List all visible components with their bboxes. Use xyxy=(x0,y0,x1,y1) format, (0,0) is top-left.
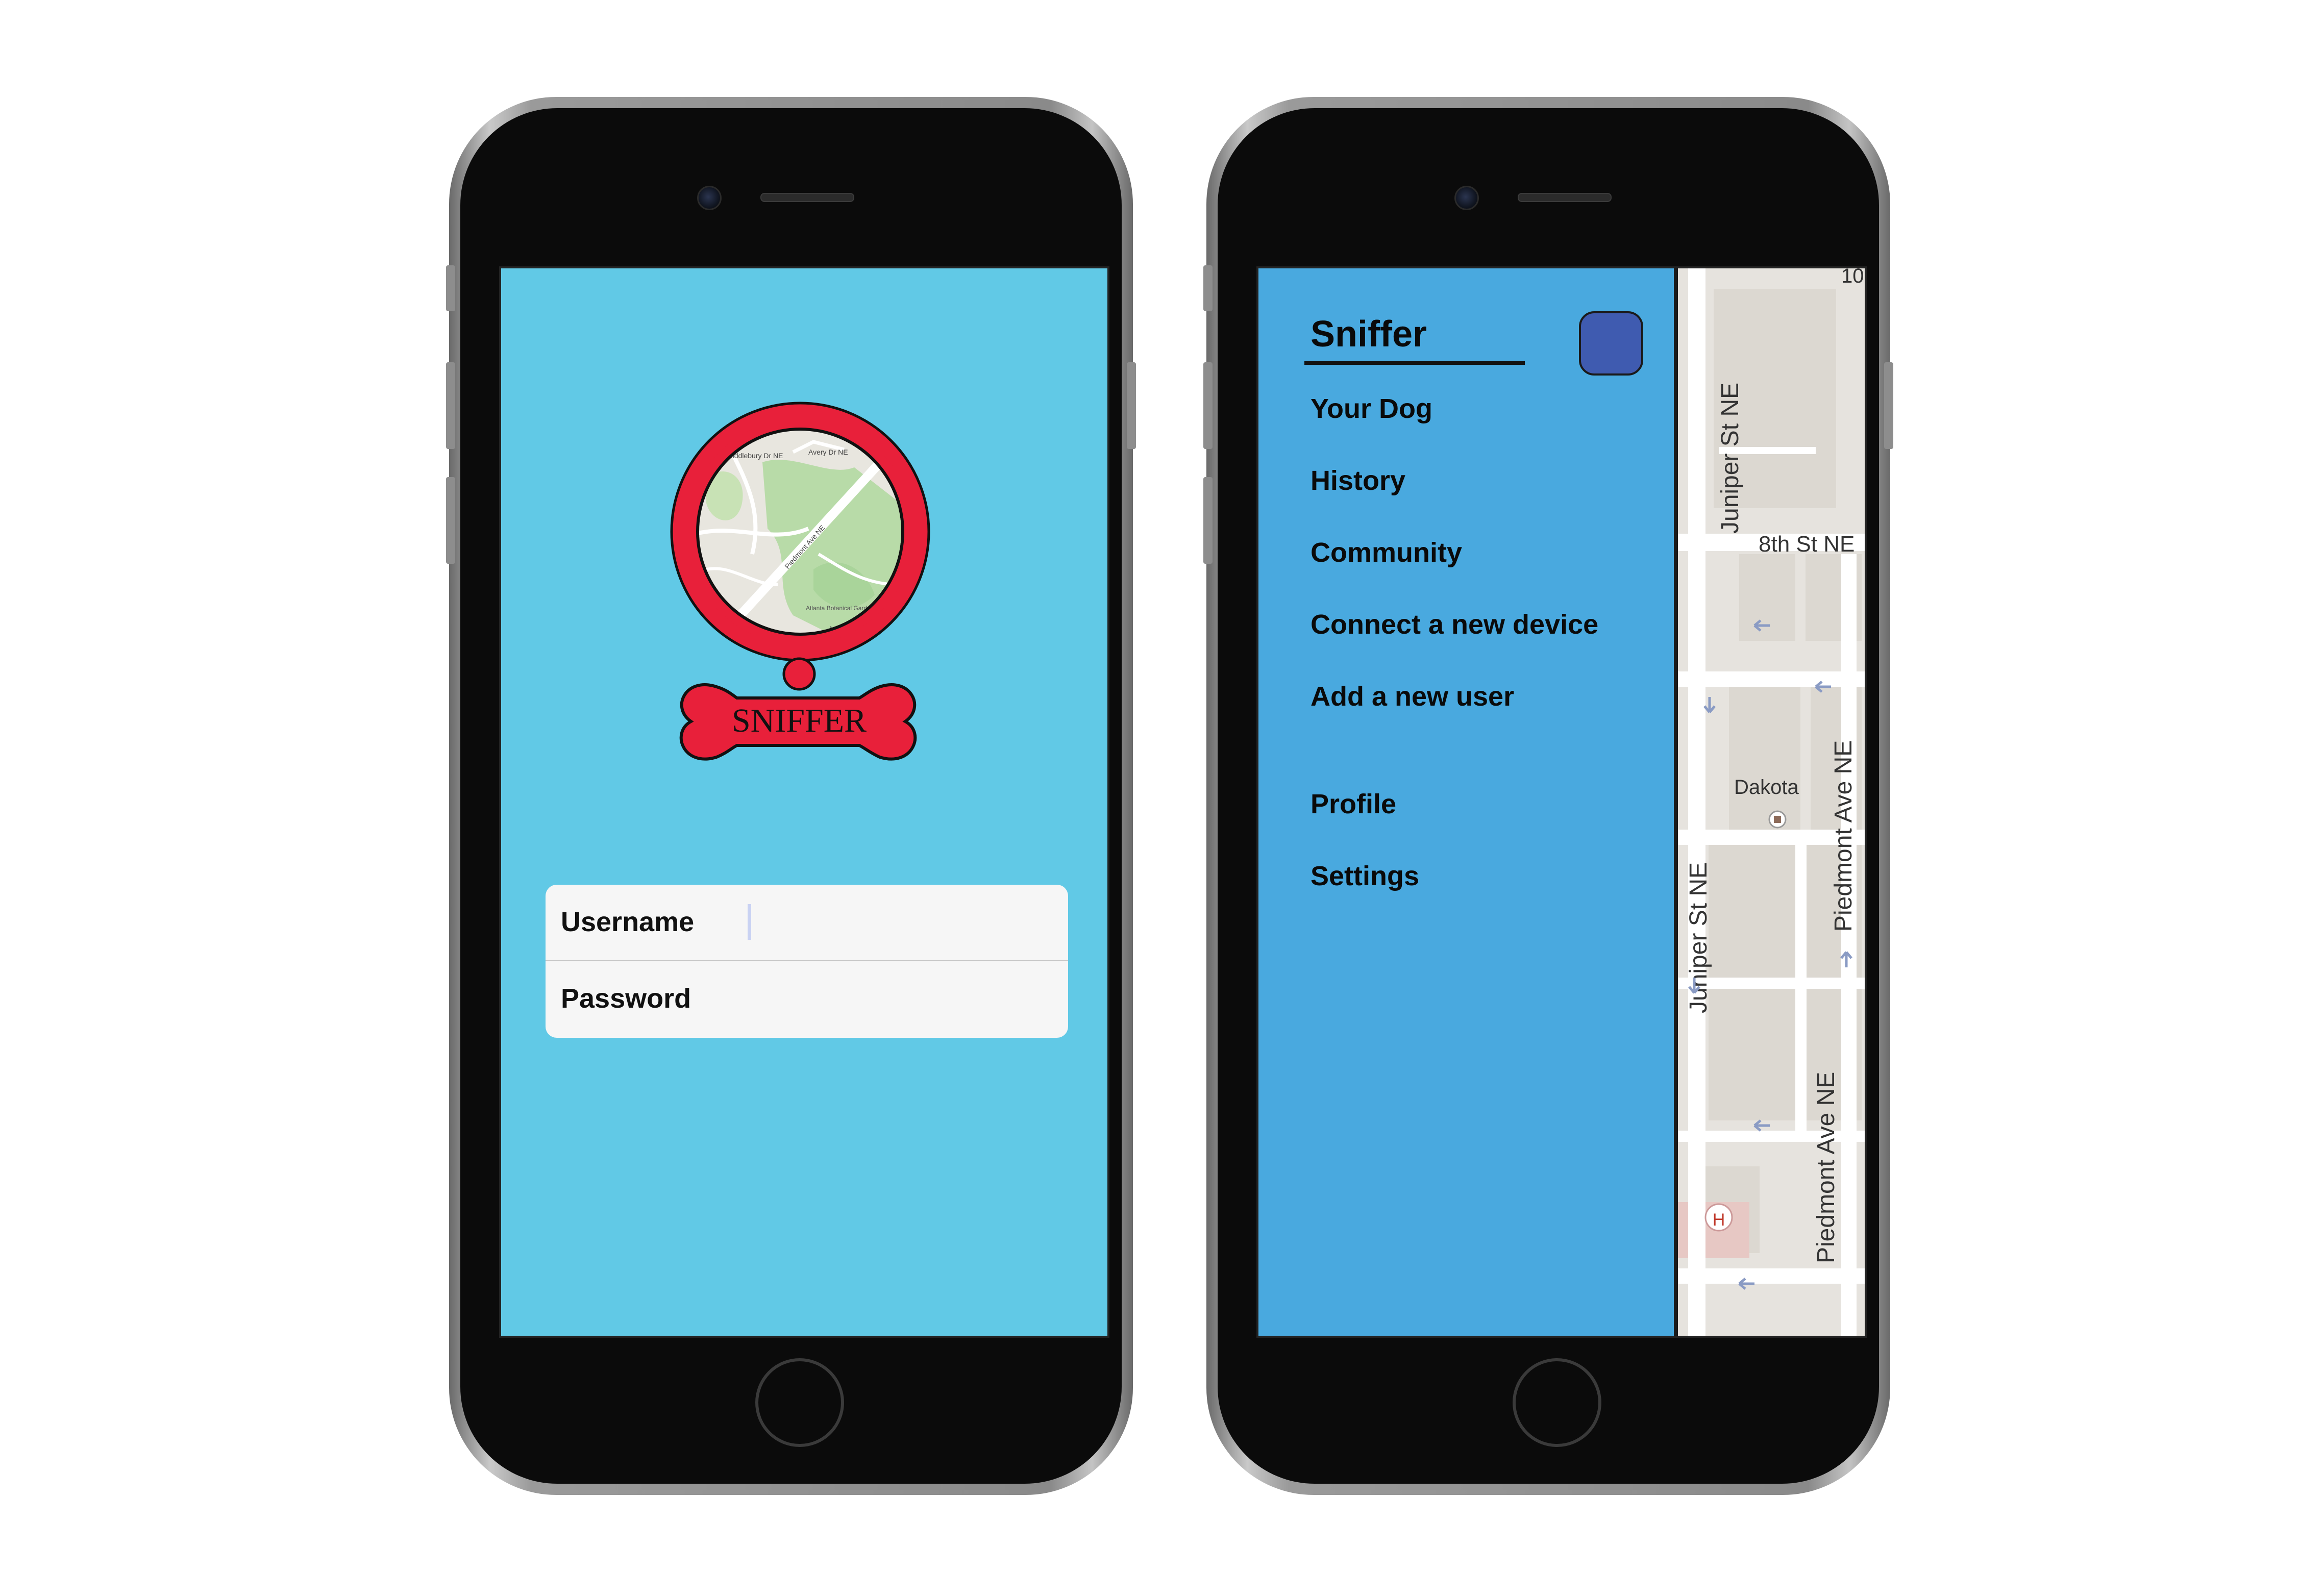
map-street-label: Juniper St NE xyxy=(1685,862,1712,1013)
map-panel[interactable]: Juniper St NE 8th St NE Dakota Juniper S… xyxy=(1678,268,1865,1336)
menu-item-history[interactable]: History xyxy=(1311,465,1405,496)
phone-menu: Sniffer Your Dog History Community Conne… xyxy=(1203,97,1893,1495)
menu-item-connect-device[interactable]: Connect a new device xyxy=(1311,609,1598,640)
title-underline xyxy=(1304,361,1525,365)
earpiece-speaker xyxy=(1518,193,1612,202)
mute-switch xyxy=(446,265,455,311)
volume-up-button xyxy=(1203,362,1213,449)
avatar[interactable] xyxy=(1579,311,1643,376)
map-place-label: Dakota xyxy=(1734,776,1799,798)
home-button[interactable] xyxy=(755,1358,844,1447)
username-label: Username xyxy=(561,907,695,937)
volume-down-button xyxy=(446,477,455,564)
sniffer-logo: Middlebury Dr NE Avery Dr NE Piedmont Av… xyxy=(670,402,930,761)
map-street-label: Juniper St NE xyxy=(1717,383,1744,534)
menu-item-settings[interactable]: Settings xyxy=(1311,860,1419,892)
phone-body: Sniffer Your Dog History Community Conne… xyxy=(1218,108,1879,1484)
phone-body: Middlebury Dr NE Avery Dr NE Piedmont Av… xyxy=(460,108,1122,1484)
earpiece-speaker xyxy=(760,193,854,202)
map-street-label: 8th St NE xyxy=(1759,532,1855,557)
menu-item-community[interactable]: Community xyxy=(1311,537,1462,568)
username-input[interactable] xyxy=(739,897,1048,949)
menu-item-profile[interactable]: Profile xyxy=(1311,788,1396,820)
password-label: Password xyxy=(561,983,691,1014)
password-row: Password xyxy=(546,961,1068,1037)
power-button xyxy=(1127,362,1136,449)
phone-login: Middlebury Dr NE Avery Dr NE Piedmont Av… xyxy=(446,97,1136,1495)
volume-down-button xyxy=(1203,477,1213,564)
front-camera xyxy=(697,186,722,210)
username-row: Username xyxy=(546,885,1068,961)
map-street-label: Piedmont Ave NE xyxy=(1830,740,1857,932)
text-cursor xyxy=(748,904,751,940)
map-corner-label: 10 xyxy=(1841,268,1864,287)
home-button[interactable] xyxy=(1513,1358,1601,1447)
menu-item-your-dog[interactable]: Your Dog xyxy=(1311,393,1432,425)
menu-screen: Sniffer Your Dog History Community Conne… xyxy=(1256,266,1867,1338)
navigation-drawer: Sniffer Your Dog History Community Conne… xyxy=(1258,268,1678,1336)
hospital-marker-label: H xyxy=(1713,1210,1725,1230)
login-screen: Middlebury Dr NE Avery Dr NE Piedmont Av… xyxy=(499,266,1109,1338)
power-button xyxy=(1884,362,1893,449)
volume-up-button xyxy=(446,362,455,449)
map-street-label: Piedmont Ave NE xyxy=(1813,1072,1840,1263)
mute-switch xyxy=(1203,265,1213,311)
app-title: Sniffer xyxy=(1311,314,1427,355)
logo-map-label: Avery Dr NE xyxy=(808,448,848,456)
street-map[interactable]: Juniper St NE 8th St NE Dakota Juniper S… xyxy=(1678,268,1865,1336)
password-input[interactable] xyxy=(739,973,1048,1026)
front-camera xyxy=(1454,186,1479,210)
login-form: Username Password xyxy=(546,885,1068,1038)
logo-text: SNIFFER xyxy=(732,702,867,739)
menu-item-add-user[interactable]: Add a new user xyxy=(1311,681,1514,712)
